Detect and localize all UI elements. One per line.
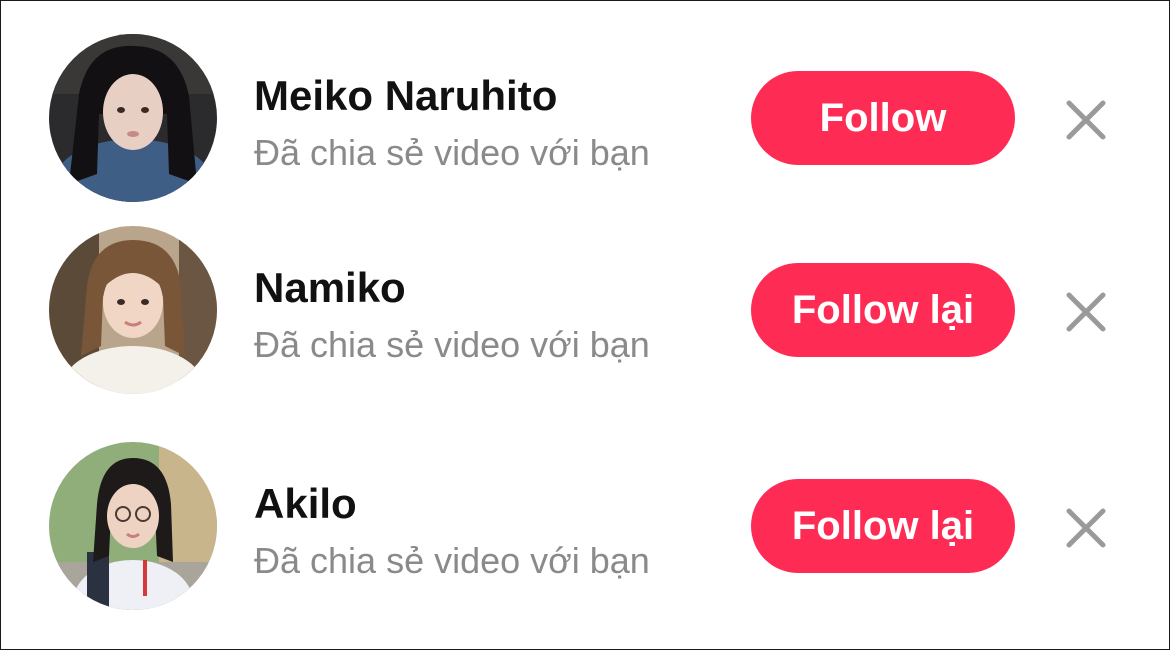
user-name[interactable]: Namiko [254,264,406,312]
follow-button[interactable]: Follow [751,71,1015,165]
close-icon [1066,292,1106,332]
list-item[interactable]: Meiko Naruhito Đã chia sẻ video với bạn … [1,34,1169,202]
close-icon [1066,100,1106,140]
follow-back-button[interactable]: Follow lại [751,263,1015,357]
dismiss-button[interactable] [1063,97,1109,143]
list-item[interactable]: Akilo Đã chia sẻ video với bạn Follow lạ… [1,442,1169,610]
user-name[interactable]: Meiko Naruhito [254,72,557,120]
close-icon [1066,508,1106,548]
list-item[interactable]: Namiko Đã chia sẻ video với bạn Follow l… [1,226,1169,394]
activity-text: Đã chia sẻ video với bạn [254,540,650,581]
suggestion-list: Meiko Naruhito Đã chia sẻ video với bạn … [0,0,1170,650]
avatar[interactable] [49,226,217,394]
follow-back-button[interactable]: Follow lại [751,479,1015,573]
dismiss-button[interactable] [1063,289,1109,335]
avatar[interactable] [49,442,217,610]
avatar[interactable] [49,34,217,202]
user-name[interactable]: Akilo [254,480,357,528]
activity-text: Đã chia sẻ video với bạn [254,132,650,173]
dismiss-button[interactable] [1063,505,1109,551]
activity-text: Đã chia sẻ video với bạn [254,324,650,365]
